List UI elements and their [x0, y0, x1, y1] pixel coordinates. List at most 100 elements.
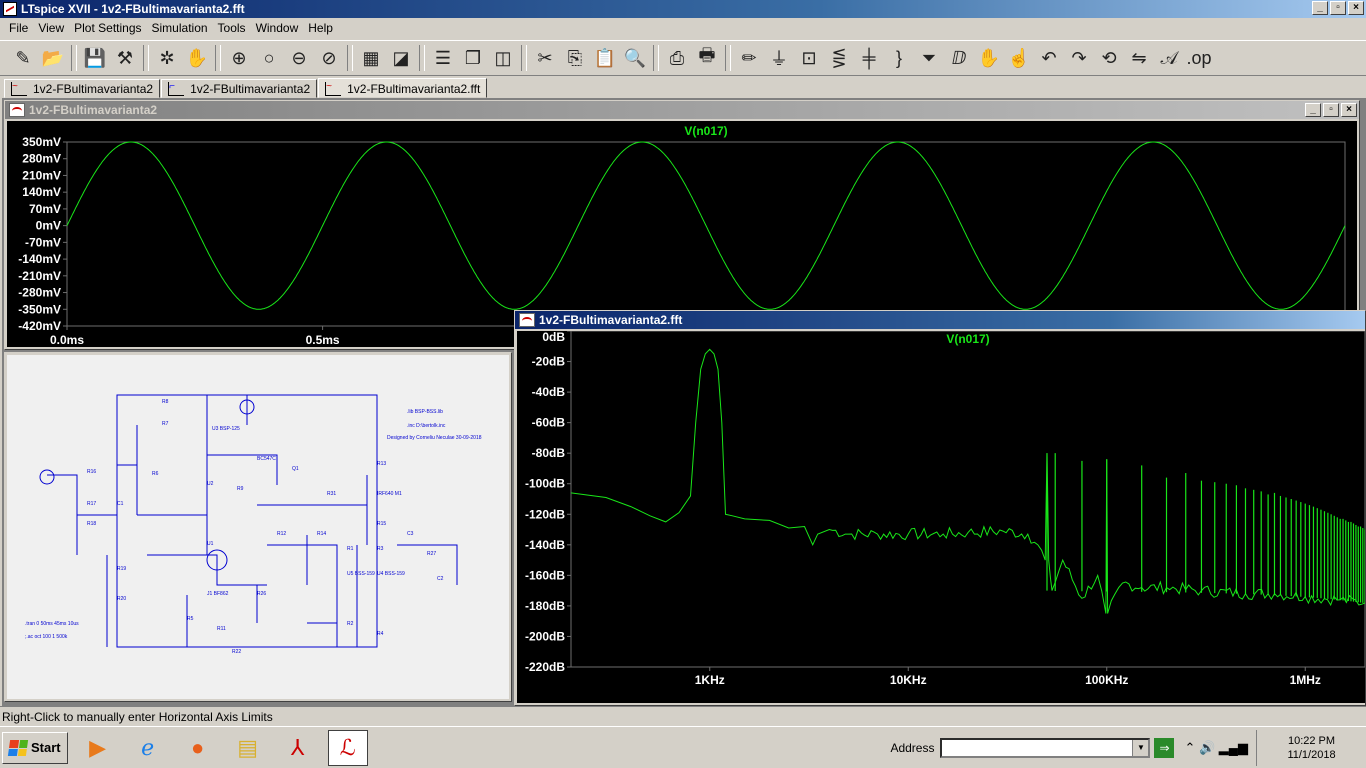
menu-plot-settings[interactable]: Plot Settings	[69, 21, 146, 35]
svg-text:U1: U1	[207, 541, 214, 547]
paste-icon[interactable]: 📋	[590, 43, 620, 73]
tile-horizontal-icon[interactable]: ☰	[428, 43, 458, 73]
spice-directive-icon[interactable]: .op	[1184, 43, 1214, 73]
close-button[interactable]: ×	[1348, 1, 1364, 15]
svg-text:R22: R22	[232, 649, 241, 655]
chevron-down-icon[interactable]: ▼	[1132, 739, 1149, 756]
component-icon[interactable]: ⅅ	[944, 43, 974, 73]
x-tick-label: 10KHz	[890, 673, 927, 687]
svg-text:R27: R27	[427, 551, 436, 557]
svg-text:R1: R1	[347, 546, 354, 552]
svg-text:R18: R18	[87, 521, 96, 527]
fft-icon[interactable]: ◪	[386, 43, 416, 73]
move-icon[interactable]: ✋	[974, 43, 1004, 73]
undo-icon[interactable]: ↶	[1034, 43, 1064, 73]
pause-icon[interactable]: ✋	[182, 43, 212, 73]
ltspice-app-icon	[3, 2, 17, 16]
schematic-icon: ⌐	[168, 82, 185, 96]
text-icon[interactable]: 𝒜	[1154, 43, 1184, 73]
tile-vertical-icon[interactable]: ◫	[488, 43, 518, 73]
menu-view[interactable]: View	[33, 21, 69, 35]
zoom-out-icon[interactable]: ⊖	[284, 43, 314, 73]
x-tick-label: 100KHz	[1085, 673, 1128, 687]
mirror-icon[interactable]: ⇋	[1124, 43, 1154, 73]
status-text: Right-Click to manually enter Horizontal…	[2, 709, 273, 724]
inductor-icon[interactable]: }	[884, 43, 914, 73]
y-tick-label: -350mV	[18, 302, 61, 316]
x-tick-label: 0.0ms	[50, 333, 84, 347]
address-input[interactable]: ▼	[940, 737, 1151, 758]
tab-schematic[interactable]: ⌐ 1v2-FBultimavarianta2	[161, 79, 318, 98]
toolbar-separator	[71, 45, 77, 71]
fft-plot-area[interactable]: 0dB -20dB -40dB -60dB -80dB -100dB -120dB -140d…	[517, 331, 1365, 703]
ground-icon[interactable]: ⏚	[764, 43, 794, 73]
svg-text:R14: R14	[317, 531, 326, 537]
cascade-icon[interactable]: ❐	[458, 43, 488, 73]
toolbar-separator	[347, 45, 353, 71]
waveform-window-titlebar[interactable]: 1v2-FBultimavarianta2 _ ▫ ×	[5, 101, 1359, 119]
tab-waveform[interactable]: ~ 1v2-FBultimavarianta2	[4, 79, 161, 98]
tab-fft[interactable]: ~ 1v2-FBultimavarianta2.fft	[318, 78, 488, 98]
svg-text:BC547C: BC547C	[257, 456, 276, 462]
cut-icon[interactable]: ✂	[530, 43, 560, 73]
autorange-icon[interactable]: ▦	[356, 43, 386, 73]
restore-button[interactable]: ▫	[1323, 103, 1339, 117]
y-tick-label: -120dB	[525, 507, 565, 521]
restore-button[interactable]: ▫	[1330, 1, 1346, 15]
resistor-icon[interactable]: ⋚	[824, 43, 854, 73]
copy-icon[interactable]: ⎘	[560, 43, 590, 73]
print-icon[interactable]: 🖶	[692, 43, 722, 73]
control-panel-icon[interactable]: ⚒	[110, 43, 140, 73]
menu-simulation[interactable]: Simulation	[147, 21, 213, 35]
series-line-vn017	[66, 141, 1346, 310]
diode-icon[interactable]: ⏷	[914, 43, 944, 73]
fft-tab-icon: ~	[325, 81, 342, 96]
minimize-button[interactable]: _	[1305, 103, 1321, 117]
menu-window[interactable]: Window	[251, 21, 304, 35]
media-player-icon[interactable]: ▶	[78, 730, 118, 766]
ie-icon[interactable]: ℯ	[128, 730, 168, 766]
zoom-in-icon[interactable]: ⊕	[224, 43, 254, 73]
fft-window-titlebar[interactable]: 1v2-FBultimavarianta2.fft	[515, 311, 1365, 329]
zoom-full-icon[interactable]: ○	[254, 43, 284, 73]
drag-icon[interactable]: ☝	[1004, 43, 1034, 73]
minimize-button[interactable]: _	[1312, 1, 1328, 15]
tab-label: 1v2-FBultimavarianta2	[190, 82, 311, 96]
menu-tools[interactable]: Tools	[213, 21, 251, 35]
y-tick-label: -160dB	[525, 568, 565, 582]
label-icon[interactable]: ⊡	[794, 43, 824, 73]
open-icon[interactable]: 📂	[38, 43, 68, 73]
explorer-icon[interactable]: ▤	[228, 730, 268, 766]
menu-help[interactable]: Help	[303, 21, 338, 35]
waveform-icon	[9, 103, 25, 117]
tab-label: 1v2-FBultimavarianta2.fft	[347, 81, 481, 96]
close-button[interactable]: ×	[1341, 103, 1357, 117]
print-setup-icon[interactable]: ⎙	[662, 43, 692, 73]
toolbar-separator	[521, 45, 527, 71]
app-titlebar: LTspice XVII - 1v2-FBultimavarianta2.fft…	[0, 0, 1366, 18]
y-tick-label: 0mV	[36, 219, 61, 233]
find-icon[interactable]: 🔍	[620, 43, 650, 73]
start-button[interactable]: Start	[2, 731, 68, 764]
acrobat-icon[interactable]: ⅄	[278, 730, 318, 766]
clock[interactable]: 10:22 PM 11/1/2018	[1256, 729, 1366, 766]
run-icon[interactable]: ✲	[152, 43, 182, 73]
menu-file[interactable]: File	[4, 21, 33, 35]
go-icon[interactable]: ⇒	[1154, 737, 1175, 758]
wire-icon[interactable]: ✏	[734, 43, 764, 73]
svg-text:C3: C3	[407, 531, 414, 537]
svg-text:C1: C1	[117, 501, 124, 507]
redo-icon[interactable]: ↷	[1064, 43, 1094, 73]
rotate-icon[interactable]: ⟲	[1094, 43, 1124, 73]
ltspice-icon[interactable]: ℒ	[327, 729, 368, 766]
svg-text:J1 BF862: J1 BF862	[207, 591, 229, 597]
firefox-icon[interactable]: ●	[178, 730, 218, 766]
new-schematic-icon[interactable]: ✎	[8, 43, 38, 73]
y-tick-label: -60dB	[532, 416, 566, 430]
save-icon[interactable]: 💾	[80, 43, 110, 73]
schematic-canvas[interactable]: R8 R7 U3 BSP-125 R16 R17 R18 C1 R6 U2 R9 BC547C…	[7, 355, 509, 699]
tray-icons[interactable]: ⌃ 🔊 ▂▄▆	[1184, 740, 1248, 756]
svg-text:R17: R17	[87, 501, 96, 507]
capacitor-icon[interactable]: ╪	[854, 43, 884, 73]
zoom-cancel-icon[interactable]: ⊘	[314, 43, 344, 73]
